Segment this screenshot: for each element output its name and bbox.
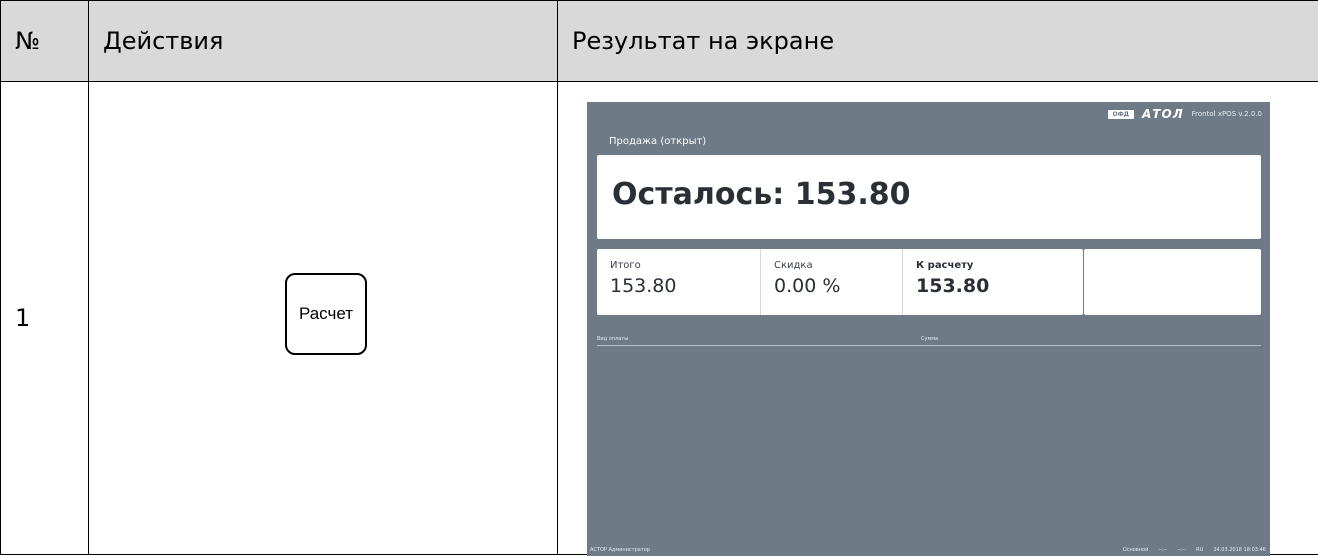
status-field-1: --:-- xyxy=(1158,547,1167,553)
status-right: Основной --:-- --:-- RU 24.03.2018 18:03… xyxy=(1123,547,1266,553)
to-pay-value: 153.80 xyxy=(916,275,989,297)
top-right-branding: ОФД АТОЛ Frontol xPOS v.2.0.0 xyxy=(1108,107,1262,121)
app-version: Frontol xPOS v.2.0.0 xyxy=(1192,110,1262,118)
status-bar: АСТОР Администратор Основной --:-- --:--… xyxy=(587,542,1270,556)
result-cell: ОФД АТОЛ Frontol xPOS v.2.0.0 Продажа (о… xyxy=(558,82,1318,555)
table-row: 1 Расчет ОФД АТОЛ Frontol xPOS v.2.0.0 П… xyxy=(1,82,1318,555)
remaining-amount: Осталось: 153.80 xyxy=(612,177,910,212)
header-actions: Действия xyxy=(89,1,558,82)
discount-value: 0.00 % xyxy=(774,275,840,297)
language-indicator: RU xyxy=(1196,547,1203,553)
info-panel xyxy=(1084,249,1261,315)
status-field-2: --:-- xyxy=(1177,547,1186,553)
datetime: 24.03.2018 18:03:46 xyxy=(1213,547,1266,553)
to-pay-column: К расчету 153.80 xyxy=(902,249,1083,315)
header-number: № xyxy=(1,1,89,82)
payments-header: Вид оплаты Сумма xyxy=(597,333,1261,346)
mode-indicator: Основной xyxy=(1123,547,1149,553)
sale-status: Продажа (открыт) xyxy=(609,136,706,147)
user-info: АСТОР Администратор xyxy=(590,547,650,553)
total-column: Итого 153.80 xyxy=(597,249,760,315)
table-header-row: № Действия Результат на экране xyxy=(1,1,1318,82)
total-value: 153.80 xyxy=(610,275,676,297)
remaining-panel: Осталось: 153.80 xyxy=(597,155,1261,239)
instruction-table: № Действия Результат на экране 1 Расчет … xyxy=(0,0,1318,555)
header-result: Результат на экране xyxy=(558,1,1318,82)
payment-type-header: Вид оплаты xyxy=(597,336,628,342)
payment-sum-header: Сумма xyxy=(921,336,938,342)
discount-label: Скидка xyxy=(774,260,813,271)
totals-row: Итого 153.80 Скидка 0.00 % К расчету 153… xyxy=(597,249,1083,315)
pos-screen: ОФД АТОЛ Frontol xPOS v.2.0.0 Продажа (о… xyxy=(587,102,1270,556)
calc-key-button[interactable]: Расчет xyxy=(285,273,367,355)
aton-logo: АТОЛ xyxy=(1142,107,1184,121)
total-label: Итого xyxy=(610,260,641,271)
ofd-badge: ОФД xyxy=(1108,110,1134,119)
row-number: 1 xyxy=(1,82,89,555)
to-pay-label: К расчету xyxy=(916,260,973,271)
totals-panel: Итого 153.80 Скидка 0.00 % К расчету 153… xyxy=(597,249,1083,315)
action-cell: Расчет xyxy=(89,82,558,555)
discount-column: Скидка 0.00 % xyxy=(760,249,902,315)
